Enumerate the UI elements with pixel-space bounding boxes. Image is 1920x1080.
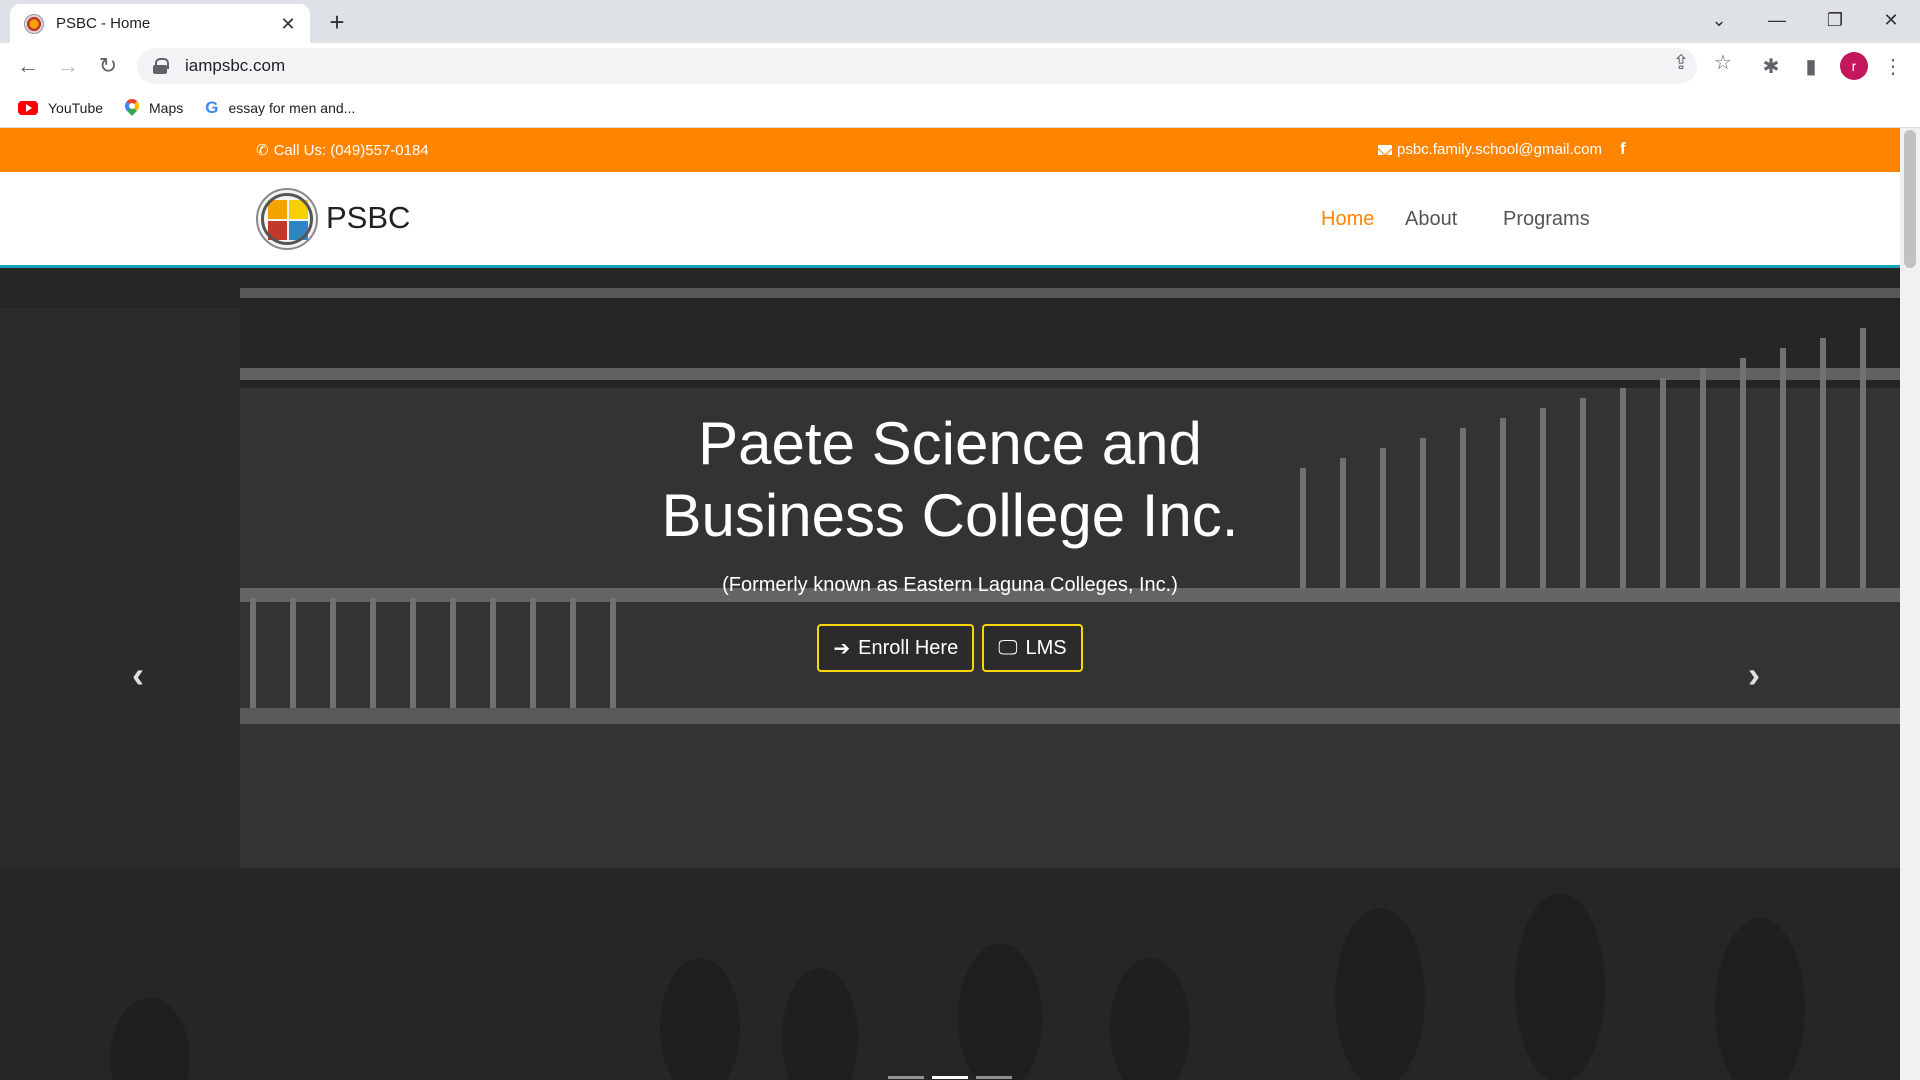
back-icon[interactable]: ← <box>12 50 44 82</box>
carousel-indicator-2[interactable] <box>932 1076 968 1079</box>
contact-topbar: ✆ Call Us: (049)557-0184 psbc.family.sch… <box>0 128 1900 172</box>
hero-carousel: Paete Science and Business College Inc. … <box>0 268 1900 1080</box>
reload-icon[interactable]: ↻ <box>92 50 124 82</box>
bookmark-youtube[interactable]: YouTube <box>18 100 103 116</box>
nav-about[interactable]: About <box>1405 208 1457 231</box>
bookmark-label: essay for men and... <box>228 99 356 116</box>
menu-icon[interactable]: ⋮ <box>1878 51 1908 81</box>
minimize-button[interactable]: — <box>1748 0 1806 40</box>
nav-home[interactable]: Home <box>1321 208 1374 231</box>
bookmark-label: YouTube <box>48 99 104 116</box>
hero-title-line-2: Business College Inc. <box>661 482 1239 549</box>
side-panel-icon[interactable]: ▮ <box>1796 51 1826 81</box>
bookmark-star-icon[interactable]: ☆ <box>1712 52 1734 74</box>
youtube-icon <box>18 100 38 115</box>
email-text: psbc.family.school@gmail.com <box>1397 141 1603 158</box>
enroll-label: Enroll Here <box>858 636 959 659</box>
hero-title: Paete Science and Business College Inc. <box>0 408 1900 552</box>
hero-actions: ➔ Enroll Here 🖵 LMS <box>0 624 1900 672</box>
scrollbar-thumb[interactable] <box>1904 130 1916 268</box>
school-logo[interactable] <box>256 188 318 250</box>
restore-button[interactable]: ❐ <box>1806 0 1864 40</box>
browser-toolbar: ← → ↻ iampsbc.com ⇪ ☆ ✱ ▮ ⋮ <box>0 43 1920 88</box>
bookmark-label: Maps <box>149 99 184 116</box>
envelope-icon <box>1378 144 1392 155</box>
browser-tab[interactable]: PSBC - Home ✕ <box>10 4 310 43</box>
url-text[interactable]: iampsbc.com <box>185 56 285 76</box>
facebook-icon[interactable]: f <box>1620 139 1626 159</box>
lms-button[interactable]: 🖵 LMS <box>982 624 1083 672</box>
carousel-indicator-1[interactable] <box>888 1076 924 1079</box>
maps-icon <box>125 99 139 117</box>
new-tab-button[interactable]: + <box>322 8 352 38</box>
carousel-next-icon[interactable]: › <box>1748 654 1760 696</box>
bookmarks-bar: YouTube Maps G essay for men and... <box>0 88 1920 128</box>
site-favicon-icon <box>24 13 44 34</box>
forward-icon[interactable]: → <box>52 50 84 82</box>
close-tab-icon[interactable]: ✕ <box>278 14 298 34</box>
brand-name[interactable]: PSBC <box>326 200 410 236</box>
tab-title: PSBC - Home <box>56 15 151 32</box>
site-navbar: PSBC Home About Programs <box>0 172 1900 268</box>
address-bar[interactable]: iampsbc.com <box>137 48 1697 84</box>
page-scrollbar[interactable] <box>1900 128 1920 1080</box>
arrow-right-icon: ➔ <box>833 637 851 660</box>
email-link[interactable]: psbc.family.school@gmail.com <box>1378 141 1602 158</box>
page-viewport: ✆ Call Us: (049)557-0184 psbc.family.sch… <box>0 128 1900 1080</box>
google-icon: G <box>205 97 219 117</box>
lms-label: LMS <box>1025 636 1067 659</box>
carousel-indicator-3[interactable] <box>976 1076 1012 1079</box>
nav-programs[interactable]: Programs <box>1503 208 1590 231</box>
tab-strip: PSBC - Home ✕ + ⌄ — ❐ ✕ <box>0 0 1920 43</box>
extensions-icon[interactable]: ✱ <box>1756 51 1786 81</box>
bookmark-essay[interactable]: G essay for men and... <box>205 98 355 118</box>
lock-icon[interactable] <box>153 58 169 74</box>
tab-search-icon[interactable]: ⌄ <box>1690 0 1748 40</box>
hero-background-image <box>0 268 1900 1080</box>
carousel-indicators <box>0 1076 1900 1079</box>
bookmark-maps[interactable]: Maps <box>125 99 183 117</box>
share-icon[interactable]: ⇪ <box>1670 52 1692 74</box>
profile-avatar[interactable]: r <box>1840 52 1868 80</box>
hero-subtitle: (Formerly known as Eastern Laguna Colleg… <box>722 574 1178 596</box>
close-window-button[interactable]: ✕ <box>1862 0 1920 40</box>
hero-title-line-1: Paete Science and <box>698 410 1202 477</box>
call-us[interactable]: ✆ Call Us: (049)557-0184 <box>256 141 429 160</box>
call-text: Call Us: (049)557-0184 <box>273 141 429 159</box>
teacher-board-icon: 🖵 <box>998 636 1018 659</box>
carousel-prev-icon[interactable]: ‹ <box>132 654 144 696</box>
enroll-button[interactable]: ➔ Enroll Here <box>817 624 975 672</box>
phone-icon: ✆ <box>256 142 269 159</box>
